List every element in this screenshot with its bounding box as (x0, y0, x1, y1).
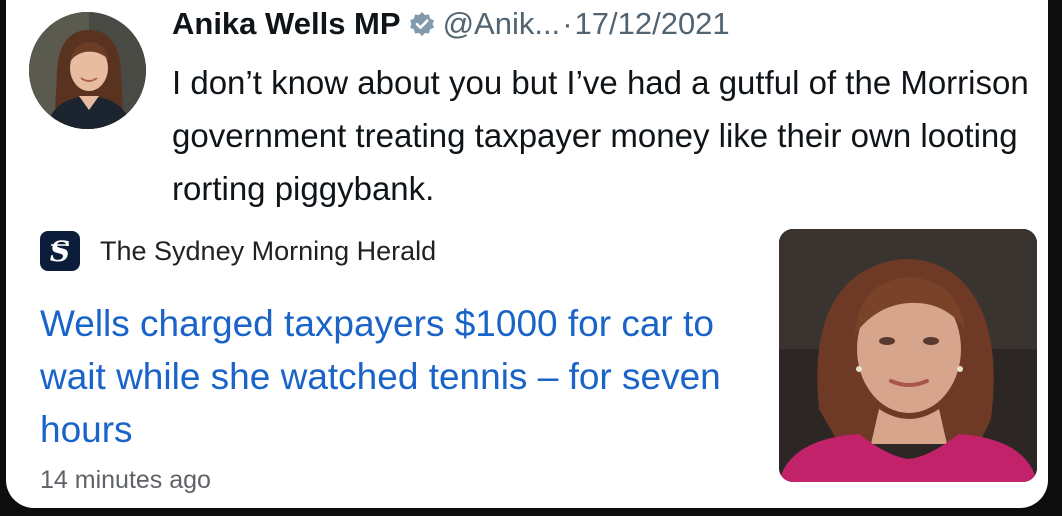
svg-text:S: S (50, 236, 70, 266)
header-separator: · (562, 6, 573, 41)
article-headline[interactable]: Wells charged taxpayers $1000 for car to… (40, 297, 740, 456)
tweet-text: I don’t know about you but I’ve had a gu… (172, 64, 1029, 207)
article-photo (779, 229, 1037, 482)
tweet-header: Anika Wells MP @Anik... · 17/12/2021 (172, 4, 730, 44)
display-name[interactable]: Anika Wells MP (172, 6, 401, 42)
smh-logo-icon: S (40, 231, 80, 271)
source-name: The Sydney Morning Herald (100, 235, 437, 266)
tweet-card[interactable]: Anika Wells MP @Anik... · 17/12/2021 I d… (6, 0, 1048, 508)
user-handle[interactable]: @Anik... (443, 6, 561, 42)
article-source[interactable]: S The Sydney Morning Herald (40, 229, 436, 273)
profile-photo (29, 12, 146, 129)
article-thumbnail[interactable] (779, 229, 1037, 482)
tweet-date[interactable]: 17/12/2021 (575, 6, 730, 42)
verified-badge-icon (409, 11, 435, 37)
article-timestamp: 14 minutes ago (40, 466, 211, 494)
profile-avatar[interactable] (29, 12, 146, 129)
